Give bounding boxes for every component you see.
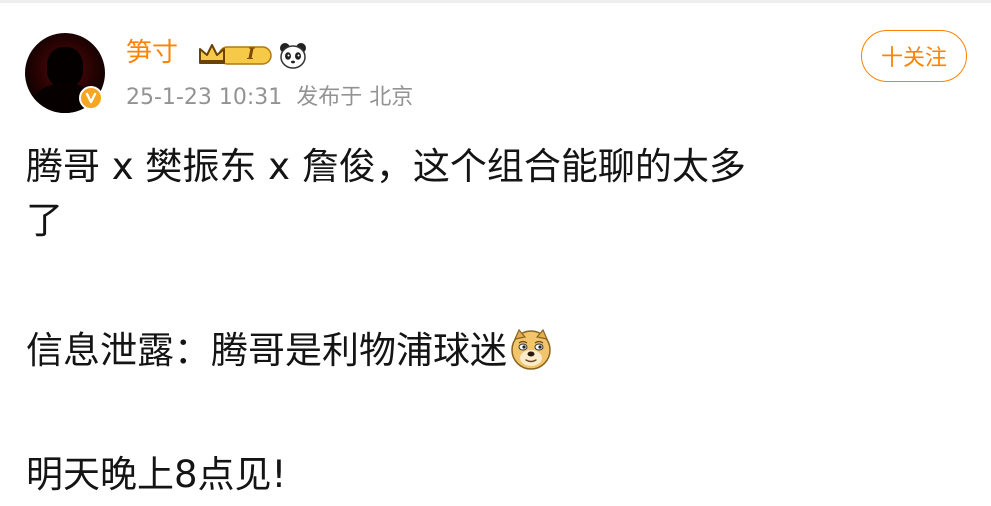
follow-label: 十关注 [880,46,947,71]
post-meta: 25-1-23 10:31 发布于 北京 [126,84,427,112]
post-line-3: 信息泄露：腾哥是利物浦球迷 [26,322,553,380]
crown-level-badge-icon[interactable] [197,42,275,68]
avatar-figure [47,47,83,87]
panda-icon [280,43,306,69]
timestamp: 25-1-23 10:31 [126,85,283,110]
post-line-3-text: 信息泄露：腾哥是利物浦球迷 [26,329,507,372]
top-divider [0,0,991,3]
verified-v-icon [79,86,103,110]
post-source: 发布于 北京 [296,85,414,110]
post-line-1: 腾哥 x 樊振东 x 詹俊，这个组合能聊的太多 [26,145,746,188]
level-text: I [247,44,255,63]
post-line-2: 了 [26,199,63,242]
username[interactable]: 笋寸 [126,36,178,70]
follow-button[interactable]: 十关注 [861,30,967,82]
doge-emoji-icon [511,328,551,370]
post-line-4: 明天晚上8点见! [26,453,287,496]
